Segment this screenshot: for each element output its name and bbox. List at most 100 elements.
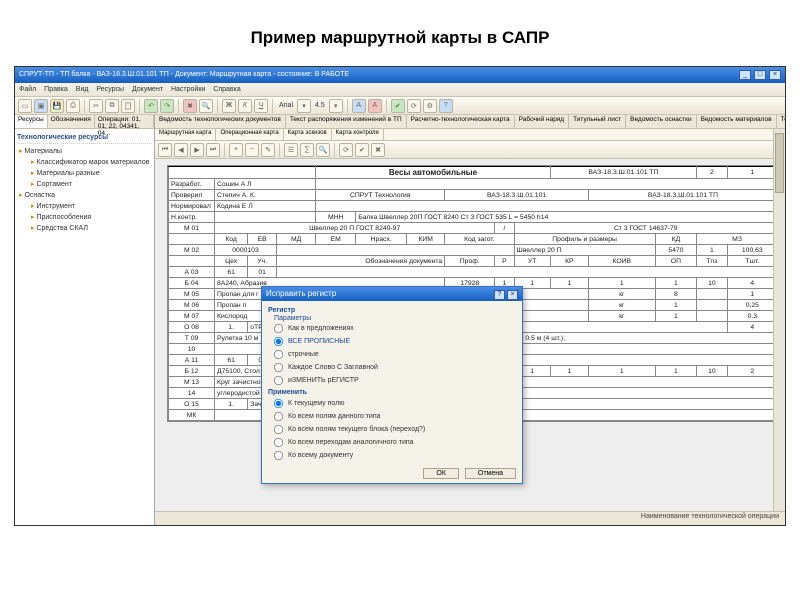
tab-ved-osn[interactable]: Ведомость оснастки	[626, 115, 697, 128]
b12-v6[interactable]: 1	[655, 366, 696, 377]
gear-icon[interactable]: ⚙	[423, 99, 437, 113]
menu-view[interactable]: Вид	[76, 86, 89, 93]
close-icon[interactable]: ×	[769, 70, 781, 80]
next-icon[interactable]: ▶	[190, 143, 204, 157]
m07-u[interactable]: кг	[588, 311, 655, 322]
delete-icon[interactable]: ✖	[183, 99, 197, 113]
del-row-icon[interactable]: −	[245, 143, 259, 157]
m07-n[interactable]: 0.3	[727, 311, 777, 322]
opt-current-field[interactable]: К текущему полю	[272, 400, 344, 407]
m06-q[interactable]: 1	[655, 300, 696, 311]
opt-all-type[interactable]: Ко всем полям данного типа	[272, 413, 381, 420]
m01-main[interactable]: Швеллер 20 П ГОСТ 8240-97	[215, 223, 495, 234]
italic-icon[interactable]: К	[238, 99, 252, 113]
m02-code[interactable]: 0000103	[215, 245, 277, 256]
window-controls[interactable]: _ □ ×	[738, 67, 781, 83]
new-icon[interactable]: ▭	[18, 99, 32, 113]
tab-naryad[interactable]: Рабочий наряд	[515, 115, 569, 128]
opt-similar-steps[interactable]: Ко всем переходам аналогичного типа	[272, 439, 414, 446]
tab-ved-doc[interactable]: Ведомость технологических документов	[155, 115, 286, 128]
opt-lower[interactable]: строчные	[272, 351, 319, 358]
left-tabs[interactable]: Ресурсы Обозначения Операции: 01, 01, 22…	[15, 115, 154, 129]
save-icon[interactable]: 💾	[50, 99, 64, 113]
b12-v4[interactable]: 1	[550, 366, 588, 377]
opt-sentence[interactable]: Как в предложениях	[272, 325, 354, 332]
main-toolbar[interactable]: ▭ ▣ 💾 ⎙ ✂ ⧉ 📋 ↶ ↷ ✖ 🔍 Ж К Ч Arial ▾ 4.5 …	[15, 97, 785, 115]
subtab-control[interactable]: Карта контроля	[332, 129, 384, 140]
b04-v6[interactable]: 1	[655, 278, 696, 289]
val-razrab[interactable]: Сошин А Л	[215, 179, 316, 190]
size-dropdown-icon[interactable]: ▾	[329, 99, 343, 113]
m05-q[interactable]: 8	[655, 289, 696, 300]
opt-toggle[interactable]: иЗМЕНИТЬ рЕГИСТР	[272, 377, 359, 384]
tab-operations[interactable]: Операции: 01, 01, 22, 04341, 04...	[95, 115, 154, 128]
ok-button[interactable]: ОК	[423, 468, 459, 479]
tab-notation[interactable]: Обозначения	[48, 115, 95, 128]
menu-file[interactable]: Файл	[19, 86, 36, 93]
print-icon[interactable]: ⎙	[66, 99, 80, 113]
m02-n3[interactable]: 100.63	[727, 245, 777, 256]
tree-fixtures[interactable]: Приспособления	[17, 212, 152, 223]
val-prod[interactable]: Балка Швеллер 20П ГОСТ 8240 Ст 3 ГОСТ 53…	[356, 212, 778, 223]
dialog-help-icon[interactable]: ?	[494, 290, 505, 300]
highlight-icon[interactable]: A	[368, 99, 382, 113]
m06-n[interactable]: 0.25	[727, 300, 777, 311]
cut-icon[interactable]: ✂	[89, 99, 103, 113]
b04-v7[interactable]: 10	[697, 278, 728, 289]
m02-n2[interactable]: 1	[697, 245, 728, 256]
scrollbar-thumb[interactable]	[775, 133, 784, 193]
zoom-icon[interactable]: 🔍	[316, 143, 330, 157]
add-row-icon[interactable]: +	[229, 143, 243, 157]
tab-passport[interactable]: Технологический паспорт	[777, 115, 785, 128]
m05-n[interactable]: 1	[727, 289, 777, 300]
val-proveril[interactable]: Степич А. К.	[215, 190, 316, 201]
calc-icon[interactable]: ∑	[300, 143, 314, 157]
menu-resources[interactable]: Ресурсы	[96, 86, 124, 93]
tab-rtk[interactable]: Расчетно-технологическая карта	[407, 115, 515, 128]
opt-whole-doc[interactable]: Ко всему документу	[272, 452, 353, 459]
m02-prof[interactable]: Швеллер 20 П	[514, 245, 655, 256]
menubar[interactable]: Файл Правка Вид Ресурсы Документ Настрой…	[15, 83, 785, 97]
b12-v8[interactable]: 2	[727, 366, 777, 377]
a03-v2[interactable]: 01	[248, 267, 277, 278]
tab-ved-mat[interactable]: Ведомость материалов	[697, 115, 777, 128]
m05-u[interactable]: кг	[588, 289, 655, 300]
opt-block[interactable]: Ко всем полям текущего блока (переход?)	[272, 426, 425, 433]
vertical-scrollbar[interactable]	[773, 129, 785, 511]
doc-toolbar[interactable]: ⏮ ◀ ▶ ⏭ + − ✎ ☰ ∑ 🔍 ⟳ ✔ ✖	[155, 141, 785, 159]
m01-right[interactable]: Ст 3 ГОСТ 14637-79	[514, 223, 777, 234]
a11-v1[interactable]: 61	[215, 355, 248, 366]
bold-icon[interactable]: Ж	[222, 99, 236, 113]
last-icon[interactable]: ⏭	[206, 143, 220, 157]
prev-icon[interactable]: ◀	[174, 143, 188, 157]
b04-v5[interactable]: 1	[588, 278, 655, 289]
b12-v5[interactable]: 1	[588, 366, 655, 377]
tree-materials[interactable]: Материалы	[17, 146, 152, 157]
menu-help[interactable]: Справка	[213, 86, 240, 93]
undo-icon[interactable]: ↶	[144, 99, 158, 113]
val-norm[interactable]: Кодина Е Л	[215, 201, 316, 212]
subtab-route[interactable]: Маршрутная карта	[155, 129, 216, 140]
doc-type-tabs[interactable]: Ведомость технологических документов Тек…	[155, 115, 785, 129]
menu-document[interactable]: Документ	[132, 86, 163, 93]
menu-settings[interactable]: Настройки	[171, 86, 205, 93]
tree-tooling[interactable]: Оснастка	[17, 190, 152, 201]
palette-icon[interactable]: A	[352, 99, 366, 113]
minimize-icon[interactable]: _	[739, 70, 751, 80]
refresh2-icon[interactable]: ⟳	[339, 143, 353, 157]
tree-materials-misc[interactable]: Материалы разные	[17, 168, 152, 179]
font-name[interactable]: Arial	[279, 102, 293, 109]
tree-materials-class[interactable]: Классификатор марок материалов	[17, 157, 152, 168]
dialog-titlebar[interactable]: Исправить регистр ? ×	[262, 287, 522, 301]
refresh-icon[interactable]: ⟳	[407, 99, 421, 113]
b04-v4[interactable]: 1	[550, 278, 588, 289]
menu-edit[interactable]: Правка	[44, 86, 68, 93]
dialog-close-icon[interactable]: ×	[507, 290, 518, 300]
maximize-icon[interactable]: □	[754, 70, 766, 80]
tab-resources[interactable]: Ресурсы	[15, 115, 48, 128]
check-icon[interactable]: ✔	[391, 99, 405, 113]
b04-v8[interactable]: 4	[727, 278, 777, 289]
opt-titlecase[interactable]: Каждое Слово С Заглавной	[272, 364, 378, 371]
subtab-sketch[interactable]: Карта эскизов	[284, 129, 332, 140]
redo-icon[interactable]: ↷	[160, 99, 174, 113]
